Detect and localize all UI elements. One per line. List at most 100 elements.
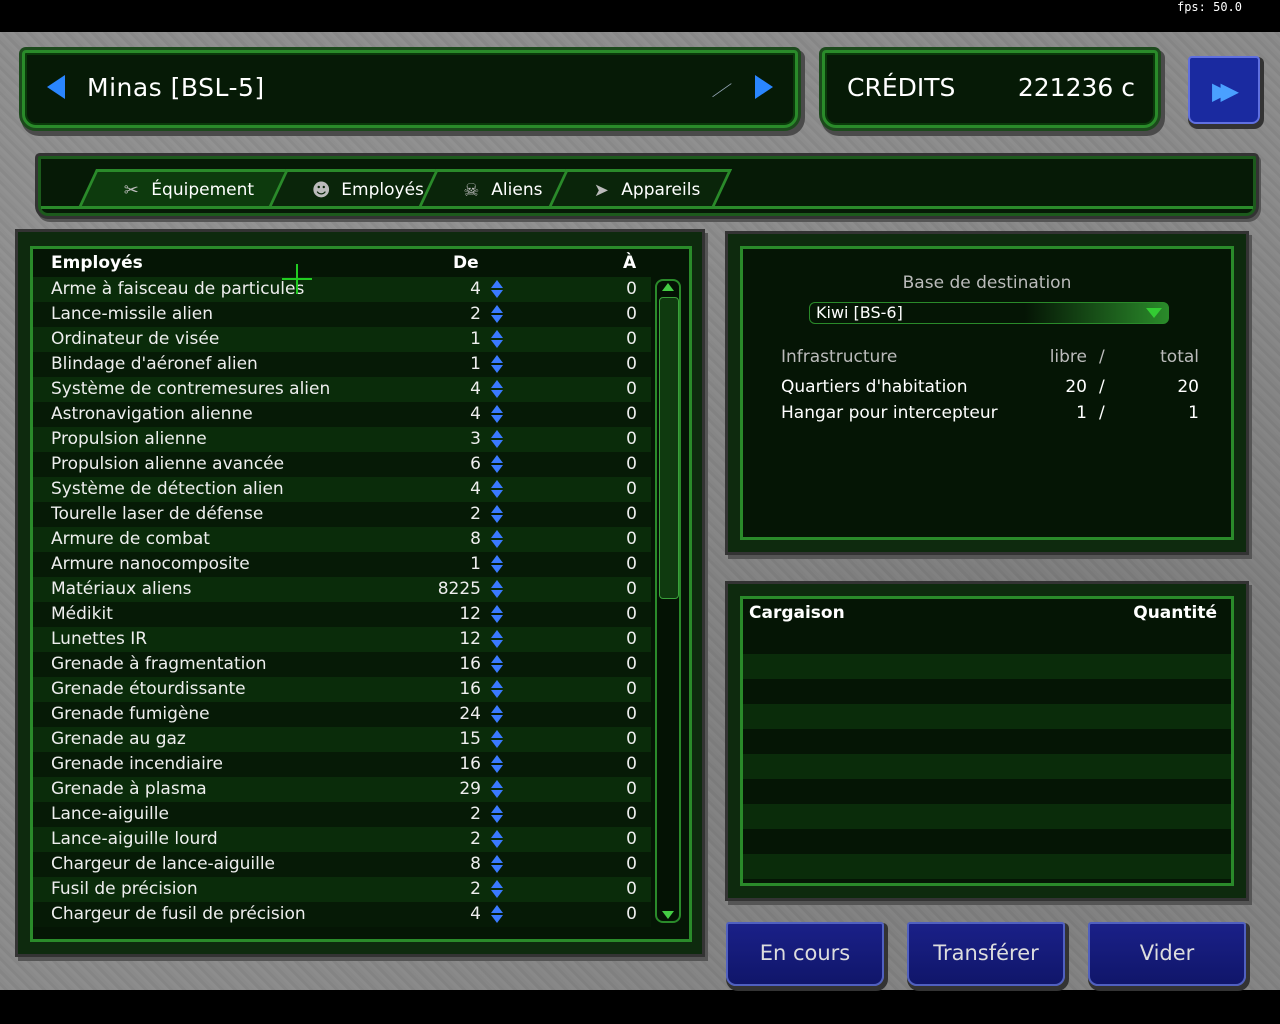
quantity-spinner[interactable] xyxy=(489,428,505,450)
quantity-spinner[interactable] xyxy=(489,303,505,325)
next-base-arrow-icon[interactable] xyxy=(755,75,773,99)
list-item[interactable]: Arme à faisceau de particules 4 0 xyxy=(33,277,651,302)
previous-base-arrow-icon[interactable] xyxy=(47,75,65,99)
list-item[interactable]: Armure de combat 8 0 xyxy=(33,527,651,552)
quantity-spinner[interactable] xyxy=(489,653,505,675)
increase-arrow-icon[interactable] xyxy=(491,330,503,338)
decrease-arrow-icon[interactable] xyxy=(491,340,503,348)
list-item[interactable]: Grenade fumigène 24 0 xyxy=(33,702,651,727)
quantity-spinner[interactable] xyxy=(489,328,505,350)
decrease-arrow-icon[interactable] xyxy=(491,390,503,398)
tab-aircraft[interactable]: ➤ Appareils xyxy=(547,169,733,208)
increase-arrow-icon[interactable] xyxy=(491,555,503,563)
tab-equipment[interactable]: ✂ Équipement xyxy=(77,169,293,208)
fast-forward-button[interactable]: ▶▶ xyxy=(1188,56,1260,124)
list-item[interactable]: Chargeur de lance-aiguille 8 0 xyxy=(33,852,651,877)
increase-arrow-icon[interactable] xyxy=(491,780,503,788)
decrease-arrow-icon[interactable] xyxy=(491,290,503,298)
list-item[interactable]: Propulsion alienne 3 0 xyxy=(33,427,651,452)
decrease-arrow-icon[interactable] xyxy=(491,515,503,523)
decrease-arrow-icon[interactable] xyxy=(491,690,503,698)
list-item[interactable]: Médikit 12 0 xyxy=(33,602,651,627)
quantity-spinner[interactable] xyxy=(489,528,505,550)
dropdown-arrow-icon[interactable] xyxy=(1146,308,1162,318)
increase-arrow-icon[interactable] xyxy=(491,605,503,613)
increase-arrow-icon[interactable] xyxy=(491,405,503,413)
list-item[interactable]: Matériaux aliens 8225 0 xyxy=(33,577,651,602)
decrease-arrow-icon[interactable] xyxy=(491,765,503,773)
scroll-thumb[interactable] xyxy=(659,297,679,599)
increase-arrow-icon[interactable] xyxy=(491,430,503,438)
list-item[interactable]: Lunettes IR 12 0 xyxy=(33,627,651,652)
decrease-arrow-icon[interactable] xyxy=(491,440,503,448)
list-item[interactable]: Lance-missile alien 2 0 xyxy=(33,302,651,327)
decrease-arrow-icon[interactable] xyxy=(491,465,503,473)
quantity-spinner[interactable] xyxy=(489,278,505,300)
increase-arrow-icon[interactable] xyxy=(491,505,503,513)
quantity-spinner[interactable] xyxy=(489,828,505,850)
list-item[interactable]: Grenade incendiaire 16 0 xyxy=(33,752,651,777)
list-scrollbar[interactable] xyxy=(655,279,681,923)
decrease-arrow-icon[interactable] xyxy=(491,490,503,498)
list-item[interactable]: Blindage d'aéronef alien 1 0 xyxy=(33,352,651,377)
decrease-arrow-icon[interactable] xyxy=(491,915,503,923)
decrease-arrow-icon[interactable] xyxy=(491,715,503,723)
quantity-spinner[interactable] xyxy=(489,628,505,650)
increase-arrow-icon[interactable] xyxy=(491,855,503,863)
decrease-arrow-icon[interactable] xyxy=(491,840,503,848)
base-name[interactable]: Minas [BSL-5] xyxy=(87,73,265,102)
list-item[interactable]: Armure nanocomposite 1 0 xyxy=(33,552,651,577)
increase-arrow-icon[interactable] xyxy=(491,805,503,813)
increase-arrow-icon[interactable] xyxy=(491,705,503,713)
quantity-spinner[interactable] xyxy=(489,453,505,475)
increase-arrow-icon[interactable] xyxy=(491,730,503,738)
decrease-arrow-icon[interactable] xyxy=(491,565,503,573)
increase-arrow-icon[interactable] xyxy=(491,755,503,763)
scroll-down-icon[interactable] xyxy=(662,911,674,919)
decrease-arrow-icon[interactable] xyxy=(491,740,503,748)
tab-aliens[interactable]: ☠ Aliens xyxy=(417,169,573,208)
quantity-spinner[interactable] xyxy=(489,503,505,525)
decrease-arrow-icon[interactable] xyxy=(491,615,503,623)
decrease-arrow-icon[interactable] xyxy=(491,540,503,548)
quantity-spinner[interactable] xyxy=(489,803,505,825)
list-item[interactable]: Chargeur de fusil de précision 4 0 xyxy=(33,902,651,927)
increase-arrow-icon[interactable] xyxy=(491,480,503,488)
quantity-spinner[interactable] xyxy=(489,778,505,800)
decrease-arrow-icon[interactable] xyxy=(491,315,503,323)
increase-arrow-icon[interactable] xyxy=(491,630,503,638)
destination-base-select[interactable]: Kiwi [BS-6] xyxy=(809,302,1169,324)
increase-arrow-icon[interactable] xyxy=(491,355,503,363)
list-item[interactable]: Tourelle laser de défense 2 0 xyxy=(33,502,651,527)
increase-arrow-icon[interactable] xyxy=(491,655,503,663)
decrease-arrow-icon[interactable] xyxy=(491,665,503,673)
quantity-spinner[interactable] xyxy=(489,728,505,750)
quantity-spinner[interactable] xyxy=(489,603,505,625)
list-item[interactable]: Ordinateur de visée 1 0 xyxy=(33,327,651,352)
decrease-arrow-icon[interactable] xyxy=(491,815,503,823)
list-item[interactable]: Lance-aiguille 2 0 xyxy=(33,802,651,827)
decrease-arrow-icon[interactable] xyxy=(491,890,503,898)
clear-button[interactable]: Vider xyxy=(1088,922,1246,986)
increase-arrow-icon[interactable] xyxy=(491,305,503,313)
increase-arrow-icon[interactable] xyxy=(491,380,503,388)
quantity-spinner[interactable] xyxy=(489,703,505,725)
quantity-spinner[interactable] xyxy=(489,853,505,875)
decrease-arrow-icon[interactable] xyxy=(491,415,503,423)
quantity-spinner[interactable] xyxy=(489,878,505,900)
list-item[interactable]: Lance-aiguille lourd 2 0 xyxy=(33,827,651,852)
increase-arrow-icon[interactable] xyxy=(491,880,503,888)
quantity-spinner[interactable] xyxy=(489,753,505,775)
transfer-button[interactable]: Transférer xyxy=(907,922,1065,986)
edit-pencil-icon[interactable]: ／ xyxy=(711,76,733,105)
list-item[interactable]: Grenade à plasma 29 0 xyxy=(33,777,651,802)
decrease-arrow-icon[interactable] xyxy=(491,640,503,648)
increase-arrow-icon[interactable] xyxy=(491,280,503,288)
increase-arrow-icon[interactable] xyxy=(491,455,503,463)
list-item[interactable]: Système de détection alien 4 0 xyxy=(33,477,651,502)
quantity-spinner[interactable] xyxy=(489,403,505,425)
decrease-arrow-icon[interactable] xyxy=(491,365,503,373)
list-item[interactable]: Astronavigation alienne 4 0 xyxy=(33,402,651,427)
decrease-arrow-icon[interactable] xyxy=(491,865,503,873)
list-item[interactable]: Système de contremesures alien 4 0 xyxy=(33,377,651,402)
